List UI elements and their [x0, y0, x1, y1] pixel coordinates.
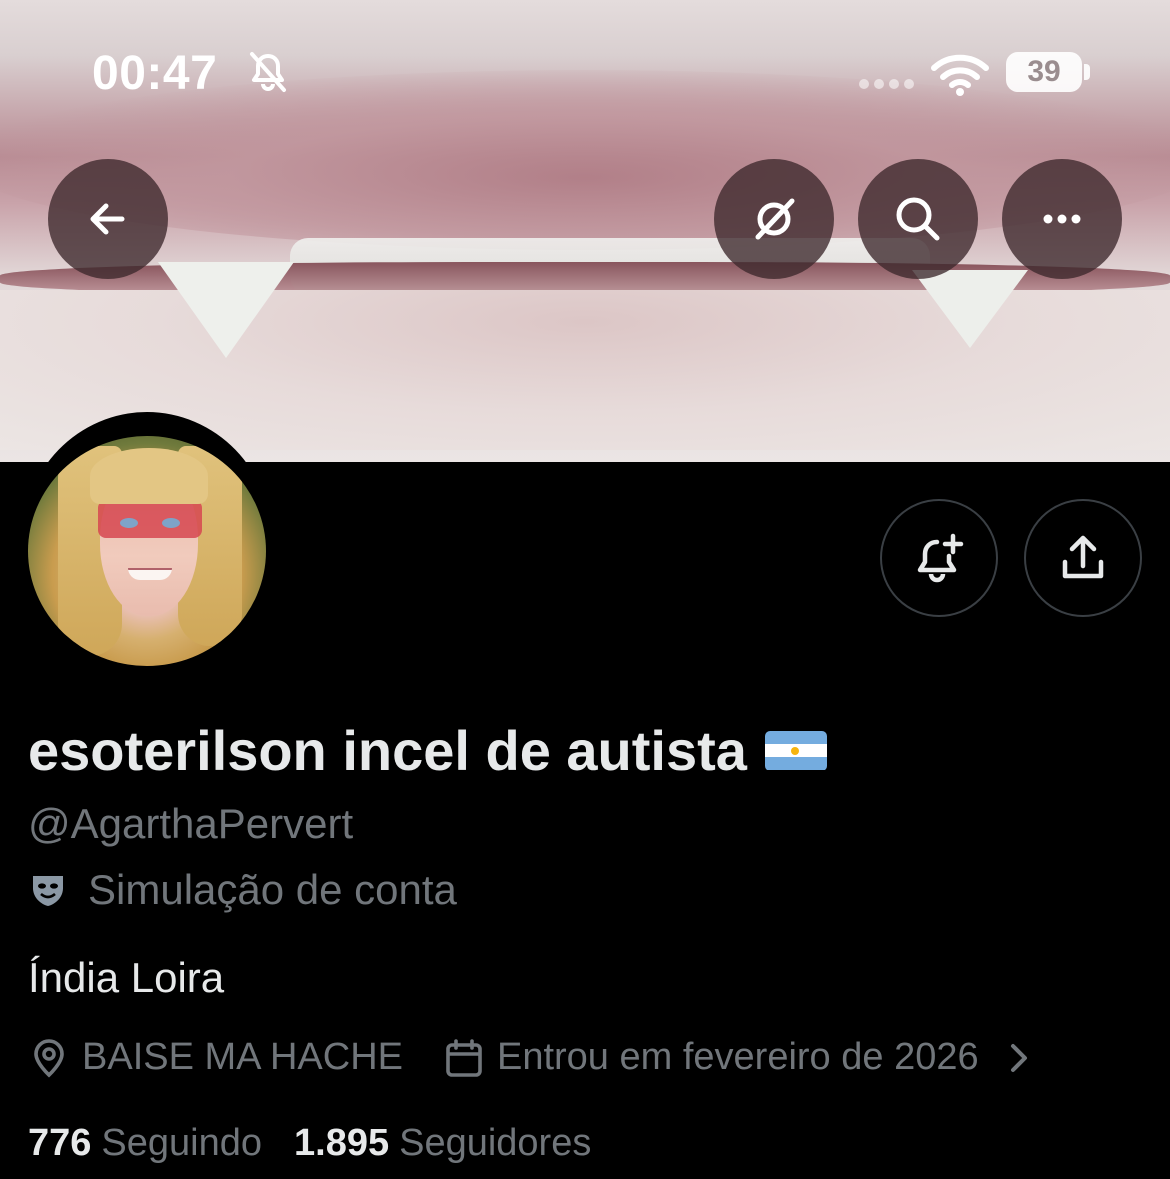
search-icon [896, 197, 940, 241]
avatar-bangs [90, 448, 208, 504]
argentina-flag-icon [764, 730, 827, 771]
parody-text: Simulação de conta [88, 866, 457, 913]
bell-plus-icon [917, 533, 964, 583]
profile-meta: BAISE MA HACHE Entrou em fevereiro de 20… [28, 1036, 1033, 1079]
display-name-text: esoterilson incel de autista [28, 719, 747, 782]
signal-dots-icon [859, 79, 914, 89]
grok-icon [755, 198, 795, 240]
avatar-mouth [128, 568, 172, 580]
arrow-left-icon [90, 203, 125, 235]
banner-fang-left [158, 262, 294, 358]
battery-nub [1084, 64, 1090, 80]
grok-button[interactable] [714, 159, 834, 279]
display-name: esoterilson incel de autista [28, 718, 827, 783]
share-button[interactable] [1024, 499, 1142, 617]
chevron-right-icon [1010, 1043, 1027, 1072]
joined-item[interactable]: Entrou em fevereiro de 2026 [443, 1036, 1033, 1079]
parody-label[interactable]: Simulação de conta [28, 866, 457, 914]
following-link[interactable]: 776 Seguindo [28, 1122, 262, 1165]
avatar-eye-left [120, 518, 138, 528]
avatar-eye-right [162, 518, 180, 528]
battery-indicator: 39 [1006, 52, 1082, 92]
back-button[interactable] [48, 159, 168, 279]
joined-text: Entrou em fevereiro de 2026 [496, 1036, 979, 1078]
follow-stats: 776 Seguindo 1.895 Seguidores [28, 1122, 591, 1165]
notify-button[interactable] [880, 499, 998, 617]
more-options-button[interactable] [1002, 159, 1122, 279]
user-handle: @AgarthaPervert [28, 800, 354, 847]
mask-icon [33, 876, 63, 906]
followers-count: 1.895 [294, 1122, 390, 1164]
following-count: 776 [28, 1122, 92, 1164]
banner-fang-right [912, 270, 1028, 348]
location-text: BAISE MA HACHE [82, 1036, 403, 1078]
avatar-face-paint [98, 500, 202, 538]
more-icon [1043, 214, 1081, 224]
wifi-icon [931, 54, 989, 96]
calendar-icon [446, 1038, 482, 1077]
bell-off-icon [250, 52, 286, 92]
followers-link[interactable]: 1.895 Seguidores [294, 1122, 591, 1165]
location-pin-icon [34, 1038, 64, 1077]
share-icon [1062, 535, 1104, 579]
bio: Índia Loira [28, 954, 225, 1001]
following-label: Seguindo [101, 1122, 262, 1164]
followers-label: Seguidores [399, 1122, 592, 1164]
status-time: 00:47 [92, 47, 218, 100]
search-button[interactable] [858, 159, 978, 279]
avatar[interactable] [28, 436, 266, 666]
location-item: BAISE MA HACHE [28, 1036, 403, 1079]
